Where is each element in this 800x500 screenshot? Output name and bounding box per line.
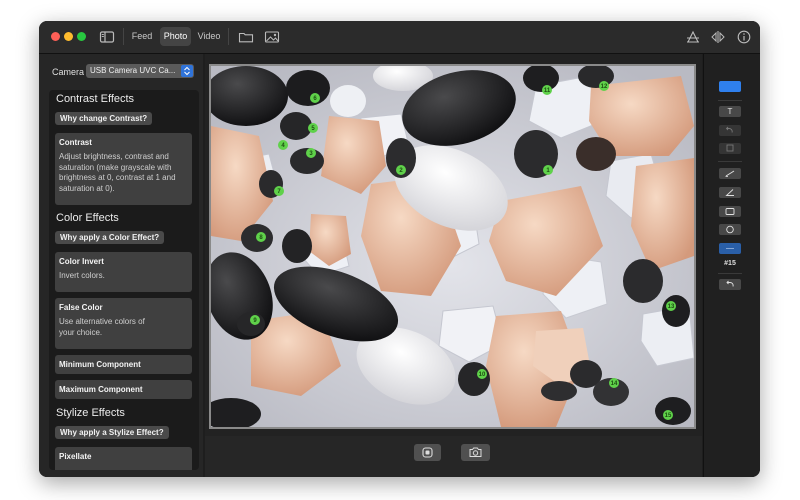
marker-3[interactable]: 3 [306,148,316,158]
marker-15[interactable]: 15 [663,410,673,420]
camera-select-value: USB Camera UVC Ca... [90,66,176,75]
effect-card-maximum-component[interactable]: Maximum Component [55,380,192,399]
circle-icon [726,225,734,234]
rectangle-tool-button[interactable] [719,206,741,217]
folder-icon[interactable] [238,29,254,45]
marker-7[interactable]: 7 [274,186,284,196]
toolbar-separator [123,28,124,45]
current-marker-number: #15 [724,260,736,267]
image-tool-button[interactable] [719,143,741,154]
why-stylize-effect-button[interactable]: Why apply a Stylize Effect? [55,426,169,439]
camera-image-viewer[interactable]: 1 2 3 4 5 6 7 8 9 10 11 12 13 14 15 [209,64,696,429]
section-title-color-effects: Color Effects [56,212,119,224]
record-button[interactable] [414,444,441,461]
marker-12[interactable]: 12 [599,81,609,91]
section-title-contrast-effects: Contrast Effects [56,93,135,105]
marker-13[interactable]: 13 [666,301,676,311]
sand-grains-image: 1 2 3 4 5 6 7 8 9 10 11 12 13 14 15 [211,66,694,427]
info-icon[interactable] [736,29,752,45]
toolbar-separator [228,28,229,45]
image-stamp-icon [726,144,734,152]
effect-card-minimum-component[interactable]: Minimum Component [55,355,192,374]
toolbar-separator [718,273,742,274]
svg-text:13: 13 [668,304,675,310]
marker-14[interactable]: 14 [609,378,619,388]
effect-title: Maximum Component [59,385,143,394]
capture-bar [205,436,702,477]
camera-label: Camera [52,67,85,77]
stop-record-icon [422,447,433,458]
marker-2[interactable]: 2 [396,165,406,175]
flip-icon[interactable] [710,29,726,45]
image-gallery-icon[interactable] [264,29,280,45]
section-title-stylize-effects: Stylize Effects [56,407,125,419]
sidebar-toggle-icon[interactable] [99,29,115,45]
tab-video[interactable]: Video [194,27,224,46]
svg-text:12: 12 [601,84,608,90]
undo-icon [726,280,734,287]
effects-sidebar: Camera USB Camera UVC Ca... Contrast Eff… [39,54,203,477]
take-photo-button[interactable] [461,444,490,461]
main-content: 1 2 3 4 5 6 7 8 9 10 11 12 13 14 15 [205,54,702,477]
color-swatch-button[interactable] [719,81,741,92]
marker-4[interactable]: 4 [278,140,288,150]
why-color-effect-button[interactable]: Why apply a Color Effect? [55,231,165,244]
camera-select[interactable]: USB Camera UVC Ca... [86,64,194,78]
tab-feed[interactable]: Feed [127,27,157,46]
effect-title: Pixellate [59,452,92,461]
undo-icon [725,126,733,133]
why-contrast-button[interactable]: Why change Contrast? [55,112,153,125]
marker-10[interactable]: 10 [477,369,487,379]
numbered-marker-icon [726,248,734,249]
effect-description: Use alternative colors of your choice. [59,317,145,337]
circle-tool-button[interactable] [719,224,741,235]
rectangle-icon [725,208,735,215]
marker-1[interactable]: 1 [543,165,553,175]
marker-5[interactable]: 5 [308,123,318,133]
toolbar-separator [718,161,742,162]
tab-photo[interactable]: Photo [160,27,191,46]
svg-text:14: 14 [611,381,618,387]
marker-9[interactable]: 9 [250,315,260,325]
undo-text-button[interactable] [719,125,741,136]
effect-card-color-invert[interactable]: Color Invert Invert colors. [55,252,192,292]
effect-title: False Color [59,303,103,312]
svg-text:11: 11 [544,88,551,94]
marker-6[interactable]: 6 [310,93,320,103]
chevron-updown-icon [181,65,193,77]
marker-11[interactable]: 11 [542,85,552,95]
angle-icon [725,189,734,196]
minimize-window-button[interactable] [64,32,73,41]
draw-line-tool-button[interactable] [719,168,741,179]
pencil-line-icon [725,170,735,177]
compare-icon[interactable] [685,29,701,45]
effect-card-pixellate[interactable]: Pixellate [55,447,192,470]
undo-annotation-button[interactable] [719,279,741,290]
effect-description: Adjust brightness, contrast and saturati… [59,152,176,193]
title-bar: Feed Photo Video [39,21,760,54]
annotation-toolbar: T #15 [703,54,760,477]
camera-icon [469,447,482,457]
zoom-window-button[interactable] [77,32,86,41]
close-window-button[interactable] [51,32,60,41]
svg-text:10: 10 [479,372,486,378]
effect-card-contrast[interactable]: Contrast Adjust brightness, contrast and… [55,133,192,205]
effect-title: Color Invert [59,257,104,266]
toolbar-separator [718,100,742,101]
effect-title: Contrast [59,138,92,147]
effect-title: Minimum Component [59,360,141,369]
marker-tool-button[interactable] [719,243,741,254]
effects-list[interactable]: Contrast Effects Why change Contrast? Co… [49,90,199,470]
app-window: Feed Photo Video Camera USB Camera UVC C… [39,21,760,477]
effect-card-false-color[interactable]: False Color Use alternative colors of yo… [55,298,192,349]
text-tool-button[interactable]: T [719,106,741,117]
svg-text:15: 15 [665,413,672,419]
effect-description: Invert colors. [59,271,105,280]
marker-8[interactable]: 8 [256,232,266,242]
angle-tool-button[interactable] [719,187,741,198]
